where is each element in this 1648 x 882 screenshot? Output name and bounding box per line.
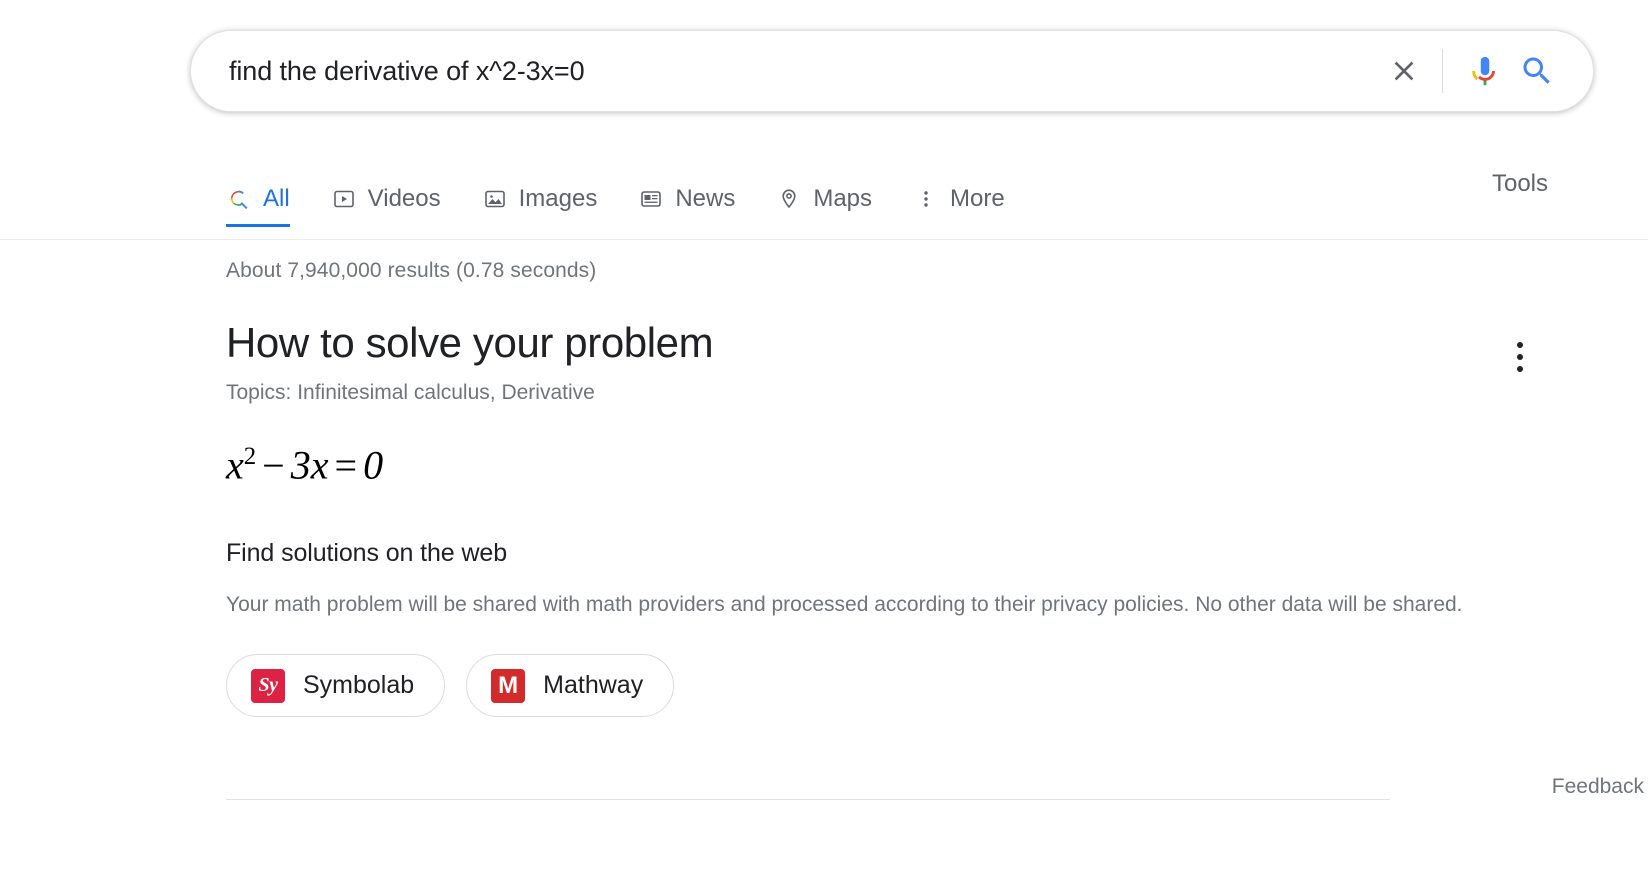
nav-tab-maps[interactable]: Maps <box>776 152 872 226</box>
map-pin-icon <box>776 186 802 212</box>
search-bar-divider <box>1442 49 1443 93</box>
nav-tab-label: More <box>950 187 1005 211</box>
privacy-disclaimer: Your math problem will be shared with ma… <box>226 590 1476 619</box>
nav-tab-label: News <box>675 187 735 211</box>
equation-base: x <box>226 443 244 488</box>
search-icon <box>1519 53 1555 89</box>
provider-label: Symbolab <box>303 671 414 700</box>
equation-term: 3x <box>291 443 329 488</box>
search-nav-bar: All Videos Images <box>0 152 1648 240</box>
equation-minus: − <box>256 443 291 488</box>
equation-result: 0 <box>363 443 383 488</box>
search-bar[interactable] <box>190 30 1594 112</box>
close-icon <box>1388 55 1420 87</box>
find-solutions-heading: Find solutions on the web <box>226 539 1536 568</box>
tools-button[interactable]: Tools <box>1492 172 1548 196</box>
voice-search-button[interactable] <box>1459 45 1511 97</box>
feedback-link[interactable]: Feedback <box>1552 775 1644 799</box>
news-icon <box>638 186 664 212</box>
about-this-result-button[interactable] <box>1496 333 1544 381</box>
equation-equals: = <box>329 443 364 488</box>
search-results: About 7,940,000 results (0.78 seconds) H… <box>226 240 1536 815</box>
search-bar-container <box>190 30 1594 112</box>
nav-tab-all[interactable]: All <box>226 152 290 226</box>
symbolab-logo-icon: Sy <box>251 669 285 703</box>
nav-tab-videos[interactable]: Videos <box>331 152 441 226</box>
nav-tab-label: Maps <box>813 187 872 211</box>
footer-divider <box>226 799 1390 800</box>
math-solver-card: How to solve your problem Topics: Infini… <box>226 319 1536 815</box>
nav-tab-label: All <box>263 187 290 211</box>
provider-label: Mathway <box>543 671 643 700</box>
video-icon <box>331 186 357 212</box>
search-input[interactable] <box>229 56 1378 87</box>
math-equation: x2−3x=0 <box>226 445 1536 485</box>
search-submit-button[interactable] <box>1511 45 1563 97</box>
card-footer: Feedback <box>226 775 1536 815</box>
image-icon <box>482 186 508 212</box>
result-stats: About 7,940,000 results (0.78 seconds) <box>226 259 1536 283</box>
nav-tab-images[interactable]: Images <box>482 152 598 226</box>
provider-buttons: Sy Symbolab M Mathway <box>226 654 1536 717</box>
equation-exponent: 2 <box>244 443 256 470</box>
nav-tab-news[interactable]: News <box>638 152 735 226</box>
more-vertical-icon <box>1517 339 1523 375</box>
card-topics: Topics: Infinitesimal calculus, Derivati… <box>226 381 1536 405</box>
nav-tab-label: Videos <box>368 187 441 211</box>
search-bar-icons <box>1378 45 1563 97</box>
clear-search-button[interactable] <box>1378 45 1430 97</box>
active-tab-underline <box>226 224 290 227</box>
mathway-logo-icon: M <box>491 669 525 703</box>
microphone-icon <box>1468 54 1502 88</box>
google-search-icon <box>226 186 252 212</box>
card-title: How to solve your problem <box>226 319 1536 367</box>
more-vertical-icon <box>913 186 939 212</box>
provider-button-symbolab[interactable]: Sy Symbolab <box>226 654 445 717</box>
search-nav-tabs: All Videos Images <box>226 152 1046 239</box>
nav-tab-more[interactable]: More <box>913 152 1005 226</box>
provider-button-mathway[interactable]: M Mathway <box>466 654 674 717</box>
nav-tab-label: Images <box>519 187 598 211</box>
